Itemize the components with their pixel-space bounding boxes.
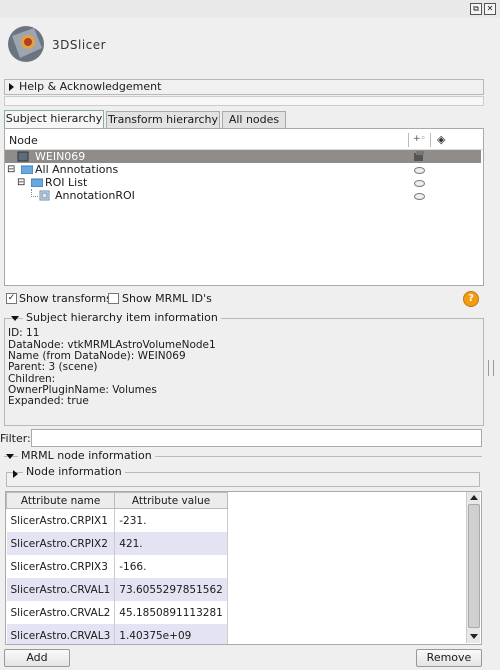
attribute-name-cell[interactable]: SlicerAstro.CRVAL3 [6, 624, 116, 644]
tree-row-label: WEIN069 [35, 150, 86, 163]
expand-arrow-icon [9, 83, 14, 91]
item-info-panel: Subject hierarchy item information ID: 1… [4, 311, 484, 426]
table-row[interactable]: SlicerAstro.CRPIX2 421. [6, 532, 228, 555]
folder-icon [31, 178, 43, 187]
visibility-eye-icon[interactable] [414, 167, 425, 174]
attribute-name-cell[interactable]: SlicerAstro.CRPIX2 [6, 532, 116, 555]
tree-row-annotation-roi[interactable]: AnnotationROI [5, 189, 481, 202]
remove-button[interactable]: Remove [416, 649, 482, 667]
transform-column-icon[interactable]: +◦ [413, 134, 426, 144]
attribute-value-cell[interactable]: 73.6055297851562 [114, 578, 228, 601]
attribute-value-cell[interactable]: -166. [114, 555, 228, 578]
attribute-name-cell[interactable]: SlicerAstro.CRVAL1 [6, 578, 116, 601]
attribute-name-cell[interactable]: SlicerAstro.CRVAL2 [6, 601, 116, 624]
info-line: Parent: 3 (scene) [8, 361, 98, 373]
info-line: ID: 11 [8, 327, 40, 339]
column-divider [430, 133, 431, 147]
scroll-down-arrow-icon[interactable] [470, 634, 478, 639]
collapse-icon[interactable]: ⊟ [17, 176, 25, 189]
node-info-label: Node information [23, 465, 125, 478]
table-row[interactable]: SlicerAstro.CRPIX3 -166. [6, 555, 228, 578]
tree-row-label: All Annotations [35, 163, 119, 176]
slicer-logo-icon [4, 22, 48, 66]
scroll-up-arrow-icon[interactable] [470, 495, 478, 500]
table-header-row: Attribute name Attribute value [6, 492, 228, 509]
column-divider [408, 133, 409, 147]
tab-all-nodes[interactable]: All nodes [222, 111, 286, 128]
filter-label: Filter: [0, 432, 31, 445]
tree-row-label: ROI List [45, 176, 88, 189]
help-section-label: Help & Acknowledgement [19, 80, 162, 93]
app-name: 3DSlicer [52, 38, 107, 52]
tab-transform-hierarchy[interactable]: Transform hierarchy [106, 111, 220, 128]
attribute-value-cell[interactable]: -231. [114, 508, 228, 532]
attribute-value-cell[interactable]: 45.1850891113281 [114, 601, 228, 624]
tree-row-all-annotations[interactable]: ⊟ All Annotations [5, 163, 481, 176]
item-info-title[interactable]: Subject hierarchy item information [23, 311, 221, 324]
show-mrml-ids-label: Show MRML ID's [122, 292, 212, 305]
show-mrml-ids-checkbox[interactable] [108, 293, 119, 304]
table-row[interactable]: SlicerAstro.CRVAL2 45.1850891113281 [6, 601, 228, 624]
table-row[interactable]: SlicerAstro.CRVAL3 1.40375e+09 [6, 624, 228, 644]
folder-icon [21, 165, 33, 174]
subject-hierarchy-tree[interactable]: Node +◦ ◈ WEIN069 ⊟ All Annotations ⊟ RO… [4, 128, 484, 286]
tree-row-label: AnnotationROI [55, 189, 135, 202]
panel-resize-handle[interactable] [488, 360, 494, 376]
tree-row-wein069[interactable]: WEIN069 [5, 150, 481, 163]
visibility-eye-icon[interactable] [414, 180, 425, 187]
attribute-value-cell[interactable]: 1.40375e+09 [114, 624, 228, 644]
attribute-table-frame: Attribute name Attribute value SlicerAst… [5, 491, 482, 645]
attribute-name-cell[interactable]: SlicerAstro.CRPIX1 [6, 508, 116, 532]
expand-arrow-icon [13, 470, 18, 478]
tab-subject-hierarchy[interactable]: Subject hierarchy [4, 110, 104, 128]
help-icon[interactable]: ? [463, 291, 479, 307]
add-button[interactable]: Add [4, 649, 70, 667]
table-row[interactable]: SlicerAstro.CRVAL1 73.6055297851562 [6, 578, 228, 601]
divider [4, 96, 484, 106]
vertical-scrollbar[interactable] [466, 492, 480, 643]
column-header-attribute-name[interactable]: Attribute name [6, 492, 116, 509]
scrollbar-thumb[interactable] [468, 504, 480, 628]
transform-icon[interactable] [413, 151, 425, 162]
tree-header: Node +◦ ◈ [5, 129, 483, 150]
attribute-name-cell[interactable]: SlicerAstro.CRPIX3 [6, 555, 116, 578]
show-transforms-checkbox[interactable]: ✓ [6, 293, 17, 304]
node-info-box[interactable]: Node information [6, 465, 480, 487]
color-column-icon[interactable]: ◈ [437, 133, 445, 146]
close-window-button[interactable]: ✕ [484, 3, 496, 15]
info-line: Expanded: true [8, 395, 89, 407]
collapse-arrow-icon[interactable] [11, 316, 19, 321]
visibility-eye-icon[interactable] [414, 193, 425, 200]
roi-icon [39, 190, 50, 201]
tree-branch-line [31, 189, 38, 197]
collapse-icon[interactable]: ⊟ [7, 163, 15, 176]
float-window-button[interactable]: ⧉ [470, 3, 482, 15]
help-section-header[interactable]: Help & Acknowledgement [4, 79, 484, 95]
volume-icon [17, 151, 29, 162]
filter-input[interactable] [31, 429, 482, 447]
column-header-attribute-value[interactable]: Attribute value [114, 492, 228, 509]
title-bar [0, 0, 500, 18]
table-row[interactable]: SlicerAstro.CRPIX1 -231. [6, 508, 228, 532]
show-transforms-label: Show transforms [19, 292, 112, 305]
mrml-info-title[interactable]: MRML node information [18, 449, 155, 462]
attribute-value-cell[interactable]: 421. [114, 532, 228, 555]
collapse-arrow-icon[interactable] [6, 454, 14, 459]
tree-column-node: Node [9, 134, 38, 147]
tree-row-roi-list[interactable]: ⊟ ROI List [5, 176, 481, 189]
